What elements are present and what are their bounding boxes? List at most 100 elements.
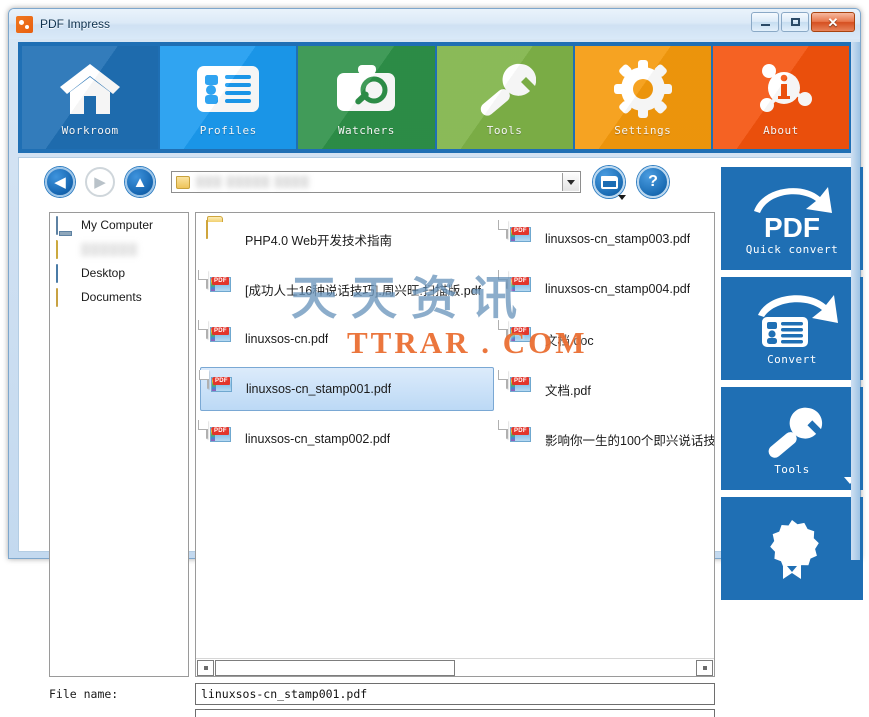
tab-about-label: About [763, 124, 799, 137]
arrow-up-icon: ▲ [132, 173, 148, 191]
window-controls: ✕ [751, 12, 855, 32]
file-item[interactable]: PDF linuxsos-cn_stamp004.pdf [500, 267, 714, 311]
scrollbar-track[interactable] [455, 660, 695, 676]
id-card-arrow-icon [744, 291, 840, 353]
filename-label: File name: [49, 687, 119, 701]
folder-icon [206, 220, 236, 257]
address-dropdown-button[interactable] [562, 173, 579, 191]
license-button[interactable] [721, 497, 863, 600]
folder-tree-pane[interactable]: My Computer ▒▒▒▒▒▒ Desktop Documents [49, 212, 189, 677]
minimize-icon [760, 24, 770, 26]
folder-icon [176, 175, 190, 189]
tree-item-documents[interactable]: Documents [50, 285, 188, 309]
pdf-file-icon: PDF [206, 420, 236, 457]
arrow-left-icon: ◀ [54, 173, 66, 191]
hammer-wrench-icon [759, 401, 825, 463]
up-button[interactable]: ▲ [125, 167, 155, 197]
computer-icon [56, 216, 74, 235]
maximize-icon [790, 18, 800, 26]
tab-workroom-label: Workroom [61, 124, 119, 137]
id-card-icon [196, 56, 260, 122]
file-name: PHP4.0 Web开发技术指南 [245, 233, 393, 248]
file-name: linuxsos-cn_stamp003.pdf [545, 232, 691, 246]
back-button[interactable]: ◀ [45, 167, 75, 197]
svg-text:PDF: PDF [764, 212, 820, 241]
desktop-icon [56, 264, 74, 283]
file-name: 影响你一生的100个即兴说话技巧 [545, 433, 714, 448]
file-item[interactable]: PHP4.0 Web开发技术指南 [200, 217, 494, 261]
quick-convert-label: Quick convert [745, 243, 839, 256]
file-item-selected[interactable]: PDF linuxsos-cn_stamp001.pdf [200, 367, 494, 411]
file-name: linuxsos-cn_stamp002.pdf [245, 432, 391, 446]
tab-settings-label: Settings [614, 124, 672, 137]
file-name: 文档.pdf [545, 383, 591, 398]
scroll-right-button[interactable] [696, 659, 713, 676]
documents-icon [56, 288, 74, 307]
arrow-right-icon: ▶ [94, 173, 106, 191]
file-name: linuxsos-cn_stamp001.pdf [246, 382, 392, 396]
pdf-arrow-icon: PDF [744, 181, 840, 243]
new-folder-button[interactable] [593, 166, 626, 200]
pdf-file-icon: PDF [506, 220, 536, 257]
title-bar: PDF Impress ✕ [9, 9, 860, 39]
tools-action-button[interactable]: Tools [721, 387, 863, 490]
tab-profiles[interactable]: Profiles [160, 46, 297, 149]
file-item[interactable]: PDF 文档.pdf [500, 367, 714, 411]
tab-tools-label: Tools [486, 124, 523, 137]
pdf-file-icon: PDF [506, 320, 536, 357]
tree-item-label: My Computer [81, 218, 154, 232]
tab-settings[interactable]: Settings [574, 46, 711, 149]
application-window: PDF Impress ✕ Workroom Profiles Watchers… [8, 8, 863, 717]
file-item[interactable]: PDF linuxsos-cn_stamp002.pdf [200, 417, 494, 461]
convert-button[interactable]: Convert [721, 277, 863, 380]
file-item[interactable]: PDF linuxsos-cn_stamp003.pdf [500, 217, 714, 261]
file-name: 文档.doc [545, 333, 594, 348]
tab-tools[interactable]: Tools [436, 46, 573, 149]
tree-item-my-computer[interactable]: My Computer [50, 213, 188, 237]
address-value: ▒▒▒ ▒▒▒▒▒ ▒▒▒▒ [196, 176, 310, 188]
ribbon-toolbar: Workroom Profiles Watchers Tools Setting… [18, 42, 853, 153]
file-list-pane[interactable]: PHP4.0 Web开发技术指南 PDF linuxsos-cn_stamp00… [195, 212, 715, 677]
tree-item-desktop[interactable]: Desktop [50, 261, 188, 285]
minimize-button[interactable] [751, 12, 779, 32]
pdf-file-icon: PDF [206, 320, 236, 357]
tab-about[interactable]: About [712, 46, 850, 149]
help-button[interactable]: ? [637, 166, 669, 198]
pdf-file-icon: PDF [506, 370, 536, 407]
filetype-combobox[interactable] [195, 709, 715, 717]
tree-item-user-folder[interactable]: ▒▒▒▒▒▒ [50, 237, 188, 261]
file-item[interactable]: PDF linuxsos-cn.pdf [200, 317, 494, 361]
scroll-left-button[interactable] [197, 659, 214, 676]
pdf-file-icon: PDF [206, 270, 236, 307]
folder-search-icon [334, 56, 398, 122]
filename-input[interactable]: linuxsos-cn_stamp001.pdf [195, 683, 715, 705]
hammer-wrench-icon [474, 56, 536, 122]
scrollbar-thumb[interactable] [215, 659, 455, 676]
gear-icon [613, 56, 672, 122]
scroll-left-icon [203, 665, 208, 670]
chevron-down-icon [567, 179, 575, 185]
pdf-file-icon: PDF [506, 270, 536, 307]
navigation-bar: ◀ ▶ ▲ ▒▒▒ ▒▒▒▒▒ ▒▒▒▒ ? [19, 158, 709, 206]
quick-convert-button[interactable]: PDF Quick convert [721, 167, 863, 270]
close-button[interactable]: ✕ [811, 12, 855, 32]
pdf-file-icon: PDF [506, 420, 536, 457]
question-mark-icon: ? [648, 173, 658, 190]
pdf-file-icon: PDF [207, 370, 237, 407]
tree-item-label: Documents [81, 290, 142, 304]
tab-workroom[interactable]: Workroom [22, 46, 159, 149]
maximize-button[interactable] [781, 12, 809, 32]
address-bar[interactable]: ▒▒▒ ▒▒▒▒▒ ▒▒▒▒ [171, 171, 581, 193]
action-button-rail: PDF Quick convert Convert Tools [721, 167, 863, 607]
horizontal-scrollbar[interactable] [196, 658, 714, 676]
file-name: [成功人士16种说话技巧].周兴旺.扫描版.pdf [245, 283, 482, 298]
tab-watchers[interactable]: Watchers [298, 46, 435, 149]
file-item[interactable]: PDF 影响你一生的100个即兴说话技巧 [500, 417, 714, 461]
file-item[interactable]: PDF [成功人士16种说话技巧].周兴旺.扫描版.pdf [200, 267, 494, 311]
forward-button[interactable]: ▶ [85, 167, 115, 197]
tab-profiles-label: Profiles [199, 124, 257, 137]
convert-label: Convert [767, 353, 817, 366]
tree-item-label: ▒▒▒▒▒▒ [81, 242, 139, 256]
file-item[interactable]: PDF 文档.doc [500, 317, 714, 361]
window-right-edge [851, 42, 860, 560]
